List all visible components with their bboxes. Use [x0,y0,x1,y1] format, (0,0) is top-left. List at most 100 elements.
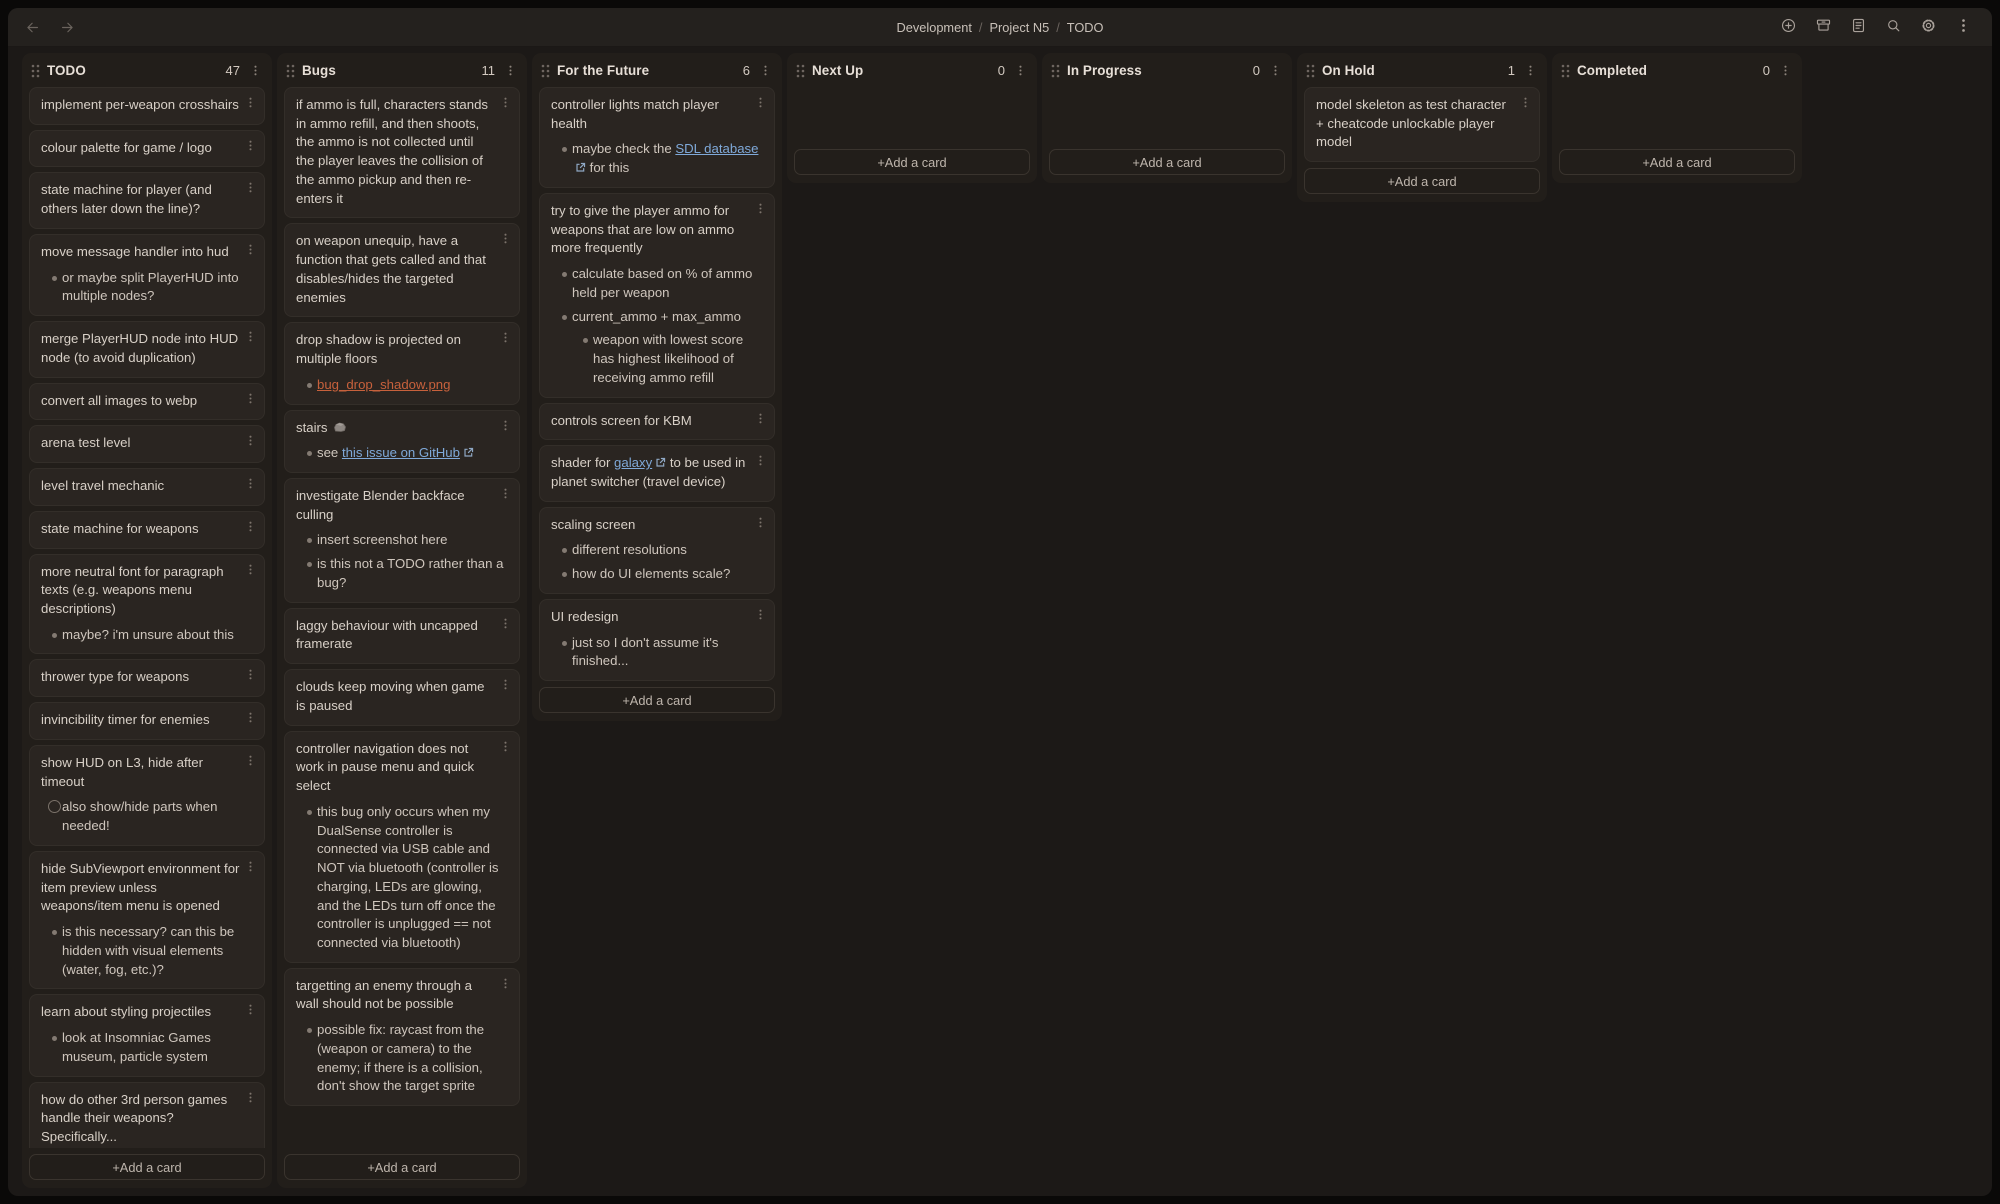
card-menu-button[interactable] [244,520,257,533]
column-menu-button[interactable] [1524,64,1537,77]
card[interactable]: level travel mechanic [29,468,265,506]
card-menu-button[interactable] [499,977,512,990]
card-menu-button[interactable] [499,419,512,432]
card-menu-button[interactable] [244,181,257,194]
breadcrumb-item-view[interactable]: TODO [1067,20,1104,35]
card[interactable]: hide SubViewport environment for item pr… [29,851,265,989]
drag-handle-icon[interactable] [541,64,550,78]
column-menu-button[interactable] [1269,64,1282,77]
card-menu-button[interactable] [754,202,767,215]
card-menu-button[interactable] [499,96,512,109]
column-menu-button[interactable] [504,64,517,77]
back-button[interactable] [24,19,41,36]
breadcrumb-item-workspace[interactable]: Development [896,20,971,35]
column-menu-button[interactable] [1779,64,1792,77]
card[interactable]: UI redesignjust so I don't assume it's f… [539,599,775,681]
card[interactable]: shader for galaxy to be used in planet s… [539,445,775,501]
add-card-button[interactable]: +Add a card [1049,149,1285,175]
add-card-button[interactable]: +Add a card [1304,168,1540,194]
card-menu-button[interactable] [499,487,512,500]
drag-handle-icon[interactable] [31,64,40,78]
card[interactable]: thrower type for weapons [29,659,265,697]
card[interactable]: stairs see this issue on GitHub [284,410,520,473]
card-link[interactable]: this issue on GitHub [342,445,460,460]
card-menu-button[interactable] [244,477,257,490]
add-card-button[interactable]: +Add a card [1559,149,1795,175]
card-link[interactable]: galaxy [614,455,652,470]
card[interactable]: laggy behaviour with uncapped framerate [284,608,520,664]
card-menu-button[interactable] [499,232,512,245]
card[interactable]: on weapon unequip, have a function that … [284,223,520,317]
card[interactable]: model skeleton as test character + cheat… [1304,87,1540,162]
settings-button[interactable] [1915,14,1941,40]
card[interactable]: implement per-weapon crosshairs [29,87,265,125]
card-menu-button[interactable] [244,668,257,681]
card[interactable]: more neutral font for paragraph texts (e… [29,554,265,655]
card-menu-button[interactable] [244,754,257,767]
add-card-button[interactable]: +Add a card [539,687,775,713]
card[interactable]: state machine for weapons [29,511,265,549]
card[interactable]: invincibility timer for enemies [29,702,265,740]
more-button[interactable] [1950,14,1976,40]
card[interactable]: controller navigation does not work in p… [284,731,520,963]
document-button[interactable] [1845,14,1871,40]
card[interactable]: targetting an enemy through a wall shoul… [284,968,520,1106]
card[interactable]: clouds keep moving when game is paused [284,669,520,725]
drag-handle-icon[interactable] [1306,64,1315,78]
card[interactable]: controller lights match player healthmay… [539,87,775,188]
column-menu-button[interactable] [1014,64,1027,77]
card[interactable]: drop shadow is projected on multiple flo… [284,322,520,404]
card-menu-button[interactable] [244,434,257,447]
search-button[interactable] [1880,14,1906,40]
card[interactable]: move message handler into hudor maybe sp… [29,234,265,316]
forward-button[interactable] [59,19,76,36]
card[interactable]: controls screen for KBM [539,403,775,441]
card-menu-button[interactable] [754,96,767,109]
add-button[interactable] [1775,14,1801,40]
archive-button[interactable] [1810,14,1836,40]
card[interactable]: show HUD on L3, hide after timeoutalso s… [29,745,265,846]
card-menu-button[interactable] [754,454,767,467]
card-link[interactable]: SDL database [675,141,758,156]
card[interactable]: colour palette for game / logo [29,130,265,168]
card-menu-button[interactable] [499,617,512,630]
add-card-button[interactable]: +Add a card [794,149,1030,175]
card[interactable]: state machine for player (and others lat… [29,172,265,228]
card-menu-button[interactable] [1519,96,1532,109]
card-menu-button[interactable] [499,678,512,691]
card-menu-button[interactable] [754,412,767,425]
card[interactable]: arena test level [29,425,265,463]
card-link[interactable]: bug_drop_shadow.png [317,377,450,392]
card[interactable]: try to give the player ammo for weapons … [539,193,775,398]
column-menu-button[interactable] [759,64,772,77]
card[interactable]: learn about styling projectileslook at I… [29,994,265,1076]
card-menu-button[interactable] [244,711,257,724]
card-menu-button[interactable] [244,860,257,873]
drag-handle-icon[interactable] [796,64,805,78]
card-menu-button[interactable] [244,96,257,109]
card-menu-button[interactable] [244,392,257,405]
card[interactable]: how do other 3rd person games handle the… [29,1082,265,1149]
drag-handle-icon[interactable] [286,64,295,78]
card[interactable]: if ammo is full, characters stands in am… [284,87,520,218]
card[interactable]: scaling screendifferent resolutionshow d… [539,507,775,594]
card-menu-button[interactable] [754,516,767,529]
add-card-button[interactable]: +Add a card [284,1154,520,1180]
column-menu-button[interactable] [249,64,262,77]
card-menu-button[interactable] [244,243,257,256]
drag-handle-icon[interactable] [1051,64,1060,78]
drag-handle-icon[interactable] [1561,64,1570,78]
add-card-button[interactable]: +Add a card [29,1154,265,1180]
card-menu-button[interactable] [754,608,767,621]
card[interactable]: convert all images to webp [29,383,265,421]
card-menu-button[interactable] [244,139,257,152]
card-menu-button[interactable] [244,330,257,343]
card-menu-button[interactable] [244,1003,257,1016]
card-menu-button[interactable] [244,1091,257,1104]
card-menu-button[interactable] [499,740,512,753]
card[interactable]: investigate Blender backface cullinginse… [284,478,520,603]
card-menu-button[interactable] [499,331,512,344]
card-menu-button[interactable] [244,563,257,576]
checkbox-circle[interactable] [47,798,62,813]
card[interactable]: merge PlayerHUD node into HUD node (to a… [29,321,265,377]
